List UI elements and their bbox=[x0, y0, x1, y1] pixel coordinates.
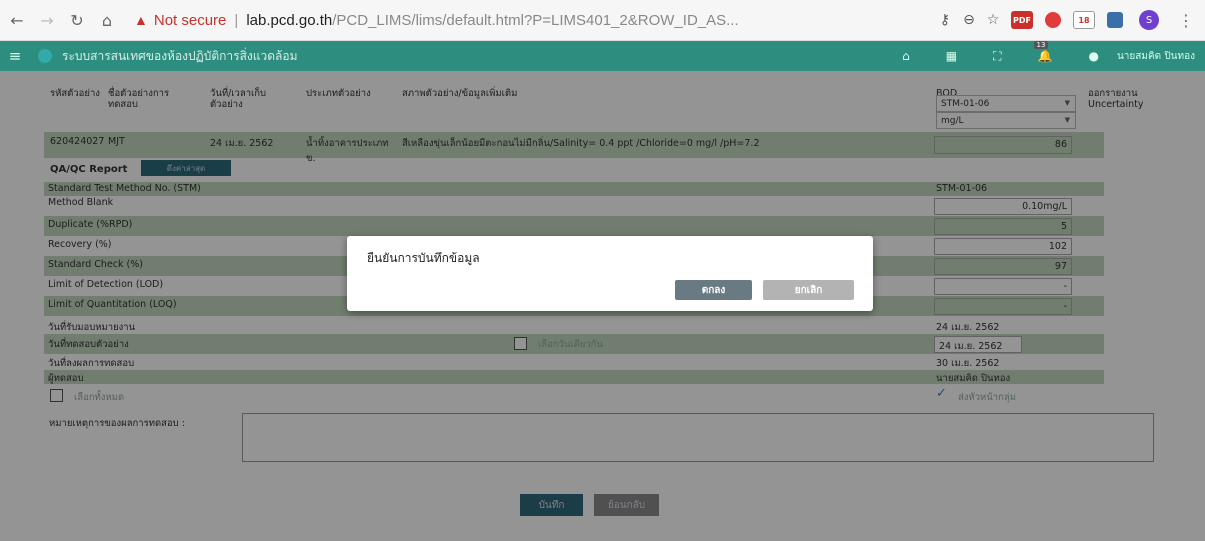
user-name[interactable]: นายสมคิด ปินทอง bbox=[1117, 49, 1195, 64]
address-bar[interactable]: ▲ Not secure | lab.pcd.go.th /PCD_LIMS/l… bbox=[126, 7, 927, 33]
forward-arrow-icon[interactable]: → bbox=[34, 7, 60, 33]
not-secure-label: Not secure bbox=[153, 11, 227, 29]
extension-icon[interactable] bbox=[1107, 12, 1123, 28]
profile-initial: S bbox=[1145, 14, 1153, 26]
kebab-menu-icon[interactable]: ⋮ bbox=[1173, 7, 1199, 33]
app-header: ≡ ระบบสารสนเทศของห้องปฏิบัติการสิ่งแวดล้… bbox=[0, 41, 1205, 71]
calendar-extension-icon[interactable]: 18 bbox=[1073, 11, 1095, 29]
zoom-icon[interactable]: ⊖ bbox=[957, 12, 981, 28]
key-icon[interactable]: ⚷ bbox=[933, 12, 957, 28]
user-icon[interactable]: ● bbox=[1088, 49, 1098, 63]
dialog-title: ยืนยันการบันทึกข้อมูล bbox=[367, 251, 480, 265]
pdf-extension-icon[interactable]: PDF bbox=[1011, 11, 1033, 29]
cancel-button[interactable]: ยกเลิก bbox=[763, 280, 854, 300]
hamburger-menu-icon[interactable]: ≡ bbox=[0, 47, 30, 65]
grid-nav-icon[interactable]: ▦ bbox=[946, 49, 957, 63]
url-host: lab.pcd.go.th bbox=[246, 11, 333, 29]
pocket-extension-icon[interactable] bbox=[1045, 12, 1061, 28]
app-title: ระบบสารสนเทศของห้องปฏิบัติการสิ่งแวดล้อม bbox=[62, 48, 298, 63]
url-path: /PCD_LIMS/lims/default.html?P=LIMS401_2&… bbox=[332, 11, 739, 29]
star-icon[interactable]: ☆ bbox=[981, 12, 1005, 28]
profile-avatar[interactable]: S bbox=[1139, 10, 1159, 30]
notification-badge: 13 bbox=[1033, 41, 1049, 49]
reload-icon[interactable]: ↻ bbox=[64, 7, 90, 33]
browser-toolbar: ← → ↻ ⌂ ▲ Not secure | lab.pcd.go.th /PC… bbox=[0, 0, 1205, 41]
confirm-dialog: ยืนยันการบันทึกข้อมูล ตกลง ยกเลิก bbox=[347, 236, 873, 311]
home-nav-icon[interactable]: ⌂ bbox=[902, 49, 910, 63]
logo bbox=[38, 49, 52, 63]
notification-bell-icon[interactable]: 🔔 13 bbox=[1033, 41, 1052, 63]
home-icon[interactable]: ⌂ bbox=[94, 7, 120, 33]
ok-button[interactable]: ตกลง bbox=[675, 280, 752, 300]
back-arrow-icon[interactable]: ← bbox=[4, 7, 30, 33]
pdf-label: PDF bbox=[1013, 15, 1031, 25]
calendar-day: 18 bbox=[1078, 15, 1090, 25]
expand-icon[interactable]: ⛶ bbox=[993, 49, 1001, 64]
warning-icon: ▲ bbox=[134, 12, 148, 28]
separator: | bbox=[234, 11, 239, 29]
